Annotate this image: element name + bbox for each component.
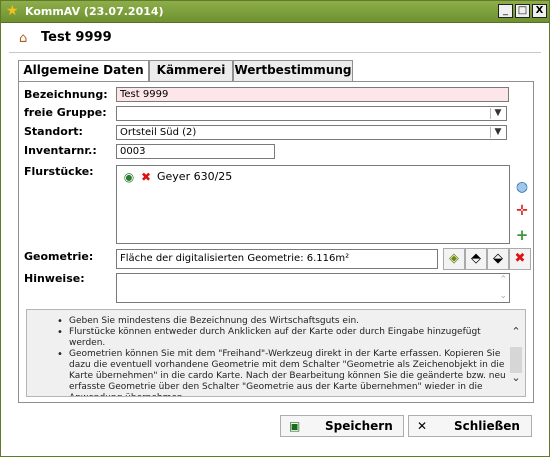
close-button[interactable]: ✕ Schließen	[408, 415, 532, 437]
list-item[interactable]: ◉ ✖ Geyer 630/25	[121, 169, 321, 185]
inventar-label: Inventarnr.:	[24, 144, 97, 157]
maximize-button[interactable]: □	[515, 4, 530, 18]
gruppe-select[interactable]: ▼	[116, 106, 507, 121]
bezeichnung-label: Bezeichnung:	[24, 88, 108, 101]
geometry-to-map-icon[interactable]: ⬘	[465, 248, 487, 270]
geometry-view-icon[interactable]: ◈	[443, 248, 465, 270]
tab-panel: Bezeichnung: Test 9999 freie Gruppe: ▼ S…	[18, 81, 534, 403]
geometry-delete-icon[interactable]: ✖	[509, 248, 531, 270]
save-icon: ▣	[289, 419, 301, 433]
app-window: ★ KommAV (23.07.2014) _ □ X ⌂ Test 9999 …	[0, 0, 550, 457]
title-bar: ★ KommAV (23.07.2014) _ □ X	[1, 1, 549, 23]
gruppe-label: freie Gruppe:	[24, 106, 107, 119]
home-icon: ⌂	[19, 31, 28, 46]
tab-allgemeine-daten[interactable]: Allgemeine Daten	[18, 60, 149, 82]
scroll-down-icon[interactable]: ⌄	[499, 291, 507, 301]
target-icon[interactable]: ✛	[514, 203, 530, 219]
hinweise-textarea[interactable]: ⌃ ⌄	[116, 273, 510, 303]
window-title: KommAV (23.07.2014)	[25, 5, 164, 18]
geometrie-field[interactable]: Fläche der digitalisierten Geometrie: 6.…	[116, 249, 438, 269]
standort-select[interactable]: Ortsteil Süd (2) ▼	[116, 125, 507, 140]
tab-wertbestimmung[interactable]: Wertbestimmung	[233, 60, 353, 81]
scroll-up-icon[interactable]: ⌃	[508, 325, 524, 339]
help-item: Geben Sie mindestens die Bezeichnung des…	[37, 316, 507, 327]
inventar-field[interactable]: 0003	[116, 144, 275, 159]
save-button-label: Speichern	[325, 419, 393, 433]
close-button-label: Schließen	[454, 419, 520, 433]
record-title: Test 9999	[41, 30, 112, 45]
help-list: Geben Sie mindestens die Bezeichnung des…	[37, 316, 507, 396]
star-icon: ★	[6, 3, 19, 19]
minimize-button[interactable]: _	[498, 4, 513, 18]
geometry-from-map-icon[interactable]: ⬙	[487, 248, 509, 270]
delete-icon[interactable]: ✖	[138, 169, 154, 185]
help-scrollbar[interactable]: ⌃ ⌄	[508, 311, 524, 395]
bezeichnung-field[interactable]: Test 9999	[116, 87, 509, 102]
scroll-up-icon[interactable]: ⌃	[499, 275, 507, 285]
geometrie-label: Geometrie:	[24, 250, 94, 263]
help-item: Flurstücke können entweder durch Anklick…	[37, 327, 507, 349]
flurstueck-label: Geyer 630/25	[157, 170, 233, 183]
scrollbar-thumb[interactable]	[510, 347, 522, 373]
scroll-down-icon[interactable]: ⌄	[508, 371, 524, 385]
save-button[interactable]: ▣ Speichern	[280, 415, 404, 437]
chevron-down-icon[interactable]: ▼	[490, 108, 505, 119]
header-divider	[9, 52, 541, 53]
flurstuecke-list: ◉ ✖ Geyer 630/25	[116, 165, 510, 244]
tab-kaemmerei[interactable]: Kämmerei	[149, 60, 233, 81]
help-info-box: Geben Sie mindestens die Bezeichnung des…	[26, 309, 526, 397]
standort-label: Standort:	[24, 125, 83, 138]
standort-value: Ortsteil Süd (2)	[120, 127, 197, 138]
add-icon[interactable]: +	[514, 227, 530, 243]
chevron-down-icon[interactable]: ▼	[490, 127, 505, 138]
globe-icon[interactable]: ◍	[514, 179, 530, 195]
close-icon: ✕	[417, 419, 428, 433]
hinweise-label: Hinweise:	[24, 272, 85, 285]
flurstuecke-label: Flurstücke:	[24, 165, 94, 178]
map-locate-icon[interactable]: ◉	[121, 169, 137, 185]
help-item: Geometrien können Sie mit dem "Freihand"…	[37, 349, 507, 396]
close-window-button[interactable]: X	[532, 4, 547, 18]
